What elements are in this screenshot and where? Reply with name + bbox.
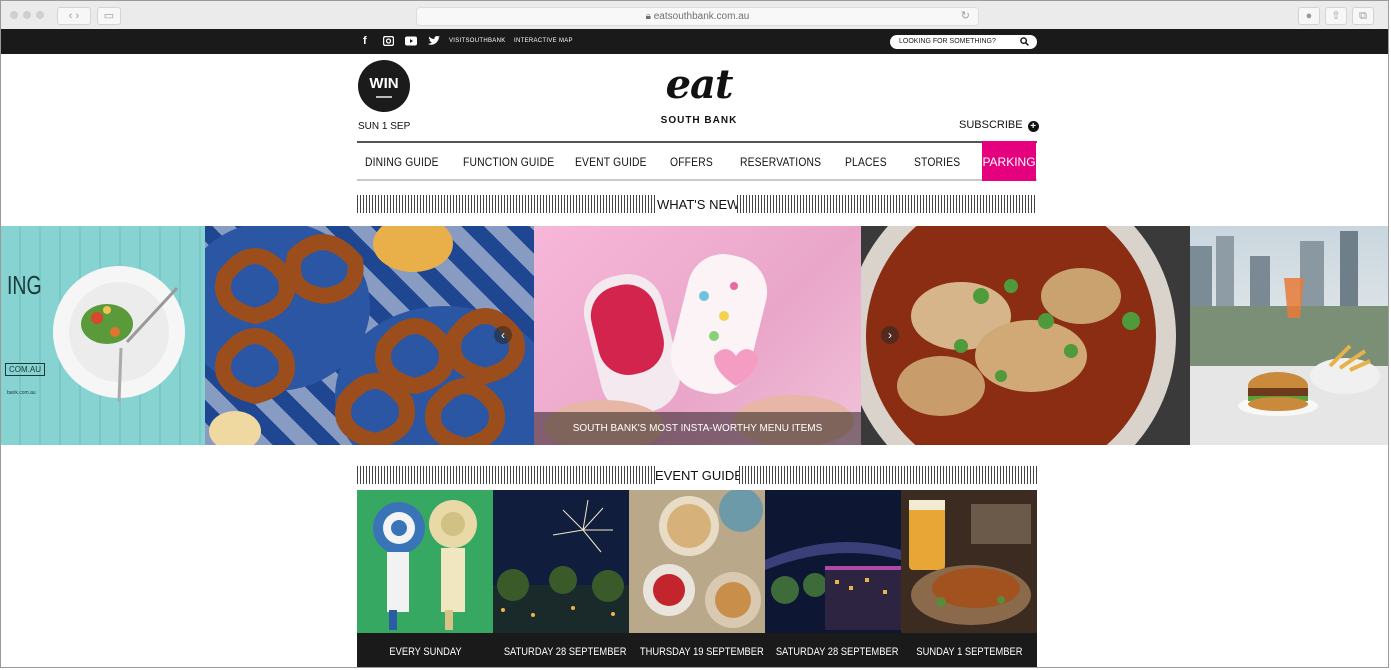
event-image-dumplings: [629, 490, 765, 633]
riverside-dining-image: [1190, 231, 1388, 445]
back-forward-buttons[interactable]: ‹ ›: [57, 7, 91, 25]
nav-item-event-guide[interactable]: EVENT GUIDE: [575, 143, 647, 179]
browser-toolbar: ‹ › ▭ 🔒︎ eatsouthbank.com.au ↻ ● ⇧ ⧉: [1, 1, 1388, 30]
carousel-caption[interactable]: SOUTH BANK'S MOST INSTA-WORTHY MENU ITEM…: [534, 412, 861, 445]
event-card-1[interactable]: EVERY SUNDAY: [357, 490, 493, 667]
tabs-overview-icon[interactable]: ⧉: [1352, 7, 1374, 25]
event-date-label: EVERY SUNDAY: [357, 633, 493, 667]
browser-window: ‹ › ▭ 🔒︎ eatsouthbank.com.au ↻ ● ⇧ ⧉ f V…: [0, 0, 1389, 668]
nav-item-reservations[interactable]: RESERVATIONS: [740, 143, 821, 179]
carousel-next-button[interactable]: ›: [881, 326, 899, 344]
event-date-label: SATURDAY 28 SEPTEMBER: [765, 633, 901, 667]
instagram-icon[interactable]: [382, 35, 395, 49]
maximize-window-button[interactable]: [36, 11, 44, 19]
event-card-4[interactable]: SATURDAY 28 SEPTEMBER: [765, 490, 901, 667]
reload-icon[interactable]: ↻: [961, 8, 970, 25]
carousel-slide-dining-promo[interactable]: ING COM.AU bank.com.au: [1, 226, 205, 445]
facebook-icon[interactable]: f: [363, 36, 367, 47]
event-date-label: SUNDAY 1 SEPTEMBER: [901, 633, 1037, 667]
event-card-3[interactable]: THURSDAY 19 SEPTEMBER: [629, 490, 765, 667]
event-date-label: THURSDAY 19 SEPTEMBER: [629, 633, 765, 667]
carousel-slide-pretzels[interactable]: [205, 226, 534, 445]
interactive-map-link[interactable]: INTERACTIVE MAP: [514, 38, 573, 44]
carousel-prev-button[interactable]: ‹: [494, 326, 512, 344]
nav-item-function-guide[interactable]: FUNCTION GUIDE: [463, 143, 554, 179]
site-logo[interactable]: eat: [659, 65, 739, 105]
nav-item-parking[interactable]: PARKING: [982, 141, 1036, 181]
win-badge[interactable]: WIN: [358, 60, 410, 112]
event-date-text: SATURDAY 28 SEPTEMBER: [775, 646, 899, 658]
dumplings-image: [861, 226, 1190, 445]
carousel-slide-riverside[interactable]: [1190, 226, 1388, 445]
event-image-night-bridge: [765, 490, 901, 633]
carousel-slide-dumplings[interactable]: [861, 226, 1190, 445]
minimize-window-button[interactable]: [23, 11, 31, 19]
nav-item-places[interactable]: PLACES: [845, 143, 887, 179]
visitsouthbank-link[interactable]: VISITSOUTHBANK: [449, 38, 506, 44]
twitter-icon[interactable]: [428, 36, 440, 49]
event-date-label: SATURDAY 28 SEPTEMBER: [493, 633, 629, 667]
youtube-icon[interactable]: [405, 36, 417, 49]
whats-new-heading: WHAT'S NEW: [357, 195, 1037, 213]
site-logo-subtitle: SOUTH BANK: [660, 115, 738, 126]
nav-item-offers[interactable]: OFFERS: [670, 143, 713, 179]
main-navigation: DINING GUIDE FUNCTION GUIDE EVENT GUIDE …: [357, 141, 1037, 181]
downloads-icon[interactable]: ●: [1298, 7, 1320, 25]
subscribe-label: SUBSCRIBE: [959, 119, 1023, 131]
plus-circle-icon: +: [1027, 121, 1039, 132]
current-date: SUN 1 SEP: [358, 121, 411, 132]
event-card-5[interactable]: SUNDAY 1 SEPTEMBER: [901, 490, 1037, 667]
slide-promo-url: bank.com.au: [7, 390, 36, 396]
event-guide-grid: EVERY SUNDAY SATURDAY 28 SEPTEMBER THURS…: [357, 490, 1037, 667]
win-badge-label: WIN: [369, 75, 399, 92]
event-date-text: SUNDAY 1 SEPTEMBER: [915, 646, 1023, 658]
search-input[interactable]: LOOKING FOR SOMETHING?: [890, 35, 1037, 49]
slide-promo-button[interactable]: COM.AU: [5, 363, 45, 376]
event-date-text: EVERY SUNDAY: [388, 646, 462, 658]
event-image-beer-ribs: [901, 490, 1037, 633]
search-placeholder: LOOKING FOR SOMETHING?: [899, 38, 996, 45]
share-icon[interactable]: ⇧: [1325, 7, 1347, 25]
top-utility-bar: f VISITSOUTHBANK INTERACTIVE MAP: [1, 29, 1388, 54]
event-card-2[interactable]: SATURDAY 28 SEPTEMBER: [493, 490, 629, 667]
nav-item-dining-guide[interactable]: DINING GUIDE: [365, 143, 439, 179]
close-window-button[interactable]: [10, 11, 18, 19]
nav-item-stories[interactable]: STORIES: [914, 143, 960, 179]
event-guide-title: EVENT GUIDE: [655, 466, 743, 484]
search-icon[interactable]: [1020, 35, 1029, 50]
url-text: eatsouthbank.com.au: [653, 11, 750, 22]
subscribe-link[interactable]: SUBSCRIBE +: [959, 119, 1039, 132]
sidebar-toggle-icon[interactable]: ▭: [97, 7, 121, 25]
address-bar[interactable]: 🔒︎ eatsouthbank.com.au ↻: [416, 7, 979, 26]
lock-icon: 🔒︎: [645, 11, 651, 22]
event-date-text: SATURDAY 28 SEPTEMBER: [503, 646, 627, 658]
event-image-market: [357, 490, 493, 633]
slide-promo-text: ING: [7, 270, 42, 300]
whats-new-title: WHAT'S NEW: [657, 195, 740, 213]
event-image-fireworks: [493, 490, 629, 633]
event-date-text: THURSDAY 19 SEPTEMBER: [639, 646, 764, 658]
plate-illustration: [53, 266, 185, 402]
event-guide-heading: EVENT GUIDE: [357, 466, 1037, 484]
pretzels-image: [205, 226, 534, 445]
